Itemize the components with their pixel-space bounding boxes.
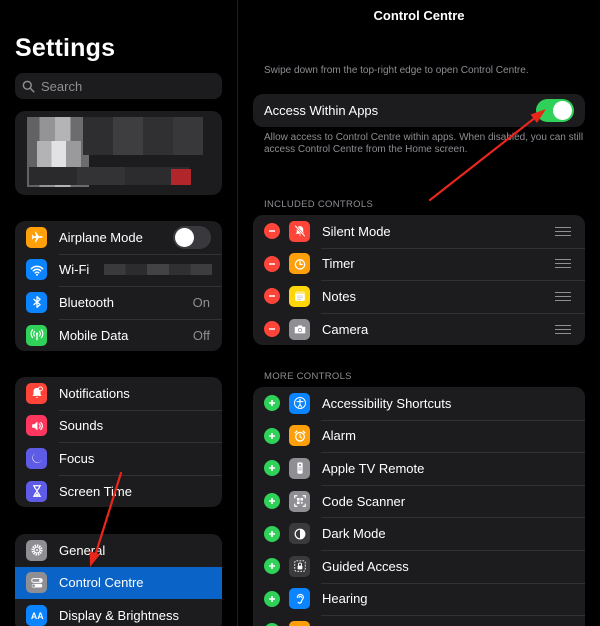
control-centre-panel: Control Centre Swipe down from the top-r… [238,0,600,626]
page-title: Control Centre [373,8,465,23]
access-description: Allow access to Control Centre within ap… [264,132,584,155]
add-icon[interactable] [264,525,280,542]
reorder-handle-icon[interactable] [555,226,571,236]
bell-icon [26,382,47,404]
redacted-network-name [104,264,212,276]
add-icon[interactable] [264,460,280,477]
wifi-icon [26,259,47,281]
access-within-apps-label: Access Within Apps [264,103,379,118]
redacted-name [83,117,203,155]
antenna-icon [26,324,47,346]
apple-id-profile-redacted[interactable] [15,111,222,195]
accessibility-icon [289,392,310,414]
control-row-guided-access[interactable]: Guided Access [253,549,585,583]
control-row-hearing[interactable]: Hearing [253,582,585,616]
gear-icon [26,539,47,561]
search-field[interactable]: Search [15,73,222,99]
remove-icon[interactable] [264,321,280,338]
control-row-accessibility-shortcuts[interactable]: Accessibility Shortcuts [253,387,585,420]
moon-icon [26,447,47,469]
orange-icon [289,620,310,626]
timer-icon [289,253,310,275]
airplane-icon [26,226,47,248]
search-placeholder: Search [41,78,83,94]
more-controls-list: Accessibility Shortcuts Alarm Apple TV R… [253,387,585,626]
add-icon[interactable] [264,493,280,510]
sidebar-item-bluetooth[interactable]: Bluetooth On [15,286,222,319]
settings-sidebar: Settings Search Airplane Mode Wi-Fi Blue… [0,0,237,626]
control-row-code-scanner[interactable]: Code Scanner [253,484,585,518]
sidebar-item-sounds[interactable]: Sounds [15,409,222,443]
control-row-dark-mode[interactable]: Dark Mode [253,517,585,550]
add-icon[interactable] [264,590,280,607]
sidebar-item-display-brightness[interactable]: AA Display & Brightness [15,599,222,626]
reorder-handle-icon[interactable] [555,324,571,334]
notifications-group: Notifications Sounds Focus Screen Time [15,377,222,508]
sidebar-item-notifications[interactable]: Notifications [15,377,222,410]
reorder-handle-icon[interactable] [555,291,571,301]
sidebar-item-screen-time[interactable]: Screen Time [15,474,222,508]
control-row-notes[interactable]: Notes [253,280,585,313]
remove-icon[interactable] [264,255,280,272]
bell-slash-icon [289,220,310,242]
notes-icon [289,285,310,307]
reorder-handle-icon[interactable] [555,259,571,269]
sidebar-item-airplane-mode[interactable]: Airplane Mode [15,221,222,254]
included-controls-header: INCLUDED CONTROLS [264,199,374,210]
speaker-icon [26,415,47,437]
sidebar-item-general[interactable]: General [15,534,222,567]
remove-icon[interactable] [264,223,280,240]
control-row-timer[interactable]: Timer [253,247,585,281]
control-row-apple-tv-remote[interactable]: Apple TV Remote [253,452,585,485]
sidebar-item-wifi[interactable]: Wi-Fi [15,253,222,287]
add-icon[interactable] [264,558,280,575]
qr-icon [289,490,310,512]
sidebar-item-focus[interactable]: Focus [15,442,222,475]
switches-icon [26,572,47,594]
sidebar-title: Settings [15,34,116,62]
control-row-alarm[interactable]: Alarm [253,419,585,453]
remote-icon [289,457,310,479]
included-controls-list: Silent Mode Timer Notes Camera [253,215,585,346]
sidebar-item-mobile-data[interactable]: Mobile Data Off [15,318,222,352]
control-row-camera[interactable]: Camera [253,312,585,346]
connectivity-group: Airplane Mode Wi-Fi Bluetooth On Mobile … [15,221,222,352]
hourglass-icon [26,480,47,502]
add-icon[interactable] [264,395,280,412]
bluetooth-value: On [192,294,210,310]
camera-icon [289,318,310,340]
control-row-silent-mode[interactable]: Silent Mode [253,215,585,248]
general-group: General Control Centre AA Display & Brig… [15,534,222,626]
sidebar-item-control-centre[interactable]: Control Centre [15,566,222,600]
aa-icon: AA [26,604,47,626]
ear-icon [289,588,310,610]
dark-mode-icon [289,523,310,545]
lock-icon [289,555,310,577]
bluetooth-icon [26,291,47,313]
remove-icon[interactable] [264,288,280,305]
redacted-subtitle [29,167,189,185]
more-controls-header: MORE CONTROLS [264,371,352,382]
svg-text:AA: AA [30,611,43,621]
access-within-apps-row[interactable]: Access Within Apps [253,94,585,127]
control-row-partial[interactable] [253,615,585,626]
alarm-icon [289,425,310,447]
add-icon[interactable] [264,427,280,444]
mobile-data-value: Off [192,327,210,343]
search-icon [22,80,35,93]
access-within-apps-toggle[interactable] [536,99,574,122]
airplane-mode-toggle[interactable] [173,225,211,249]
swipe-hint: Swipe down from the top-right edge to op… [264,65,529,76]
